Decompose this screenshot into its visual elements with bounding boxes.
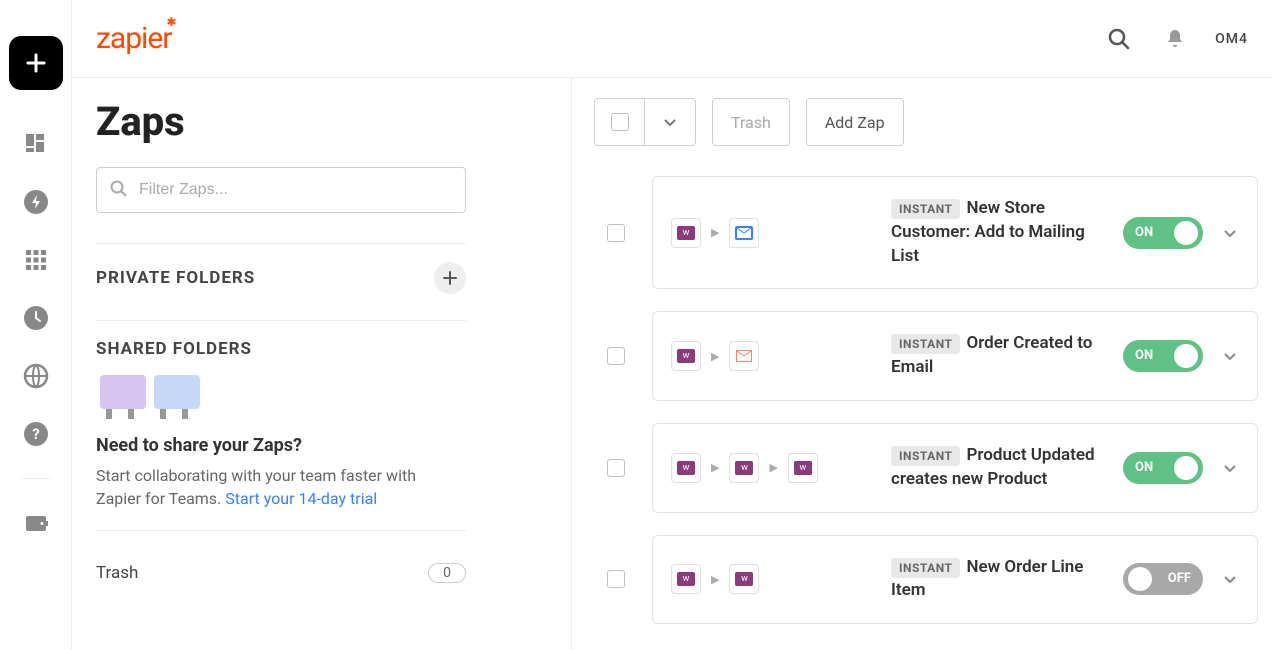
instant-badge: INSTANT <box>891 199 960 219</box>
zaps-icon[interactable] <box>22 188 50 216</box>
trash-label: Trash <box>96 563 138 583</box>
page-title: Zaps <box>96 98 547 145</box>
filter-zaps-input[interactable] <box>96 167 466 213</box>
app-icon <box>729 341 759 371</box>
select-dropdown[interactable] <box>645 99 695 145</box>
app-icon: w <box>671 218 701 248</box>
zap-flow: w▶ <box>671 341 881 371</box>
zap-toggle[interactable]: ON <box>1123 340 1203 372</box>
zap-flow: w ▶ w <box>671 564 881 594</box>
add-folder-button[interactable] <box>434 262 466 294</box>
rail-divider <box>21 478 51 479</box>
expand-zap-button[interactable] <box>1221 347 1239 365</box>
zap-checkbox[interactable] <box>607 347 625 365</box>
app-icon: w <box>729 564 759 594</box>
share-prompt-text: Start collaborating with your team faste… <box>96 464 456 510</box>
list-toolbar: Trash Add Zap <box>594 98 1258 146</box>
app-icon: w <box>788 453 818 483</box>
zap-checkbox[interactable] <box>607 459 625 477</box>
left-nav-rail: ? <box>0 0 72 650</box>
zap-row[interactable]: w▶INSTANTOrder Created to EmailON <box>652 311 1258 401</box>
top-bar: zapier✱ OM4 <box>72 0 1272 78</box>
zap-list-area: Trash Add Zap w▶INSTANTNew Store Custome… <box>572 78 1272 650</box>
zap-flow: w ▶ w ▶ w <box>671 453 881 483</box>
shared-folders-illustration <box>100 375 250 423</box>
app-icon: w <box>671 341 701 371</box>
arrow-icon: ▶ <box>711 226 719 239</box>
logo[interactable]: zapier✱ <box>96 21 171 56</box>
search-icon[interactable] <box>1105 25 1133 53</box>
zap-checkbox[interactable] <box>607 570 625 588</box>
arrow-icon: ▶ <box>711 461 719 474</box>
instant-badge: INSTANT <box>891 446 960 466</box>
arrow-icon: ▶ <box>769 461 777 474</box>
plus-icon <box>24 51 48 75</box>
plus-icon <box>443 271 457 285</box>
zap-row[interactable]: w▶wINSTANTNew Order Line ItemOFF <box>652 535 1258 625</box>
chevron-down-icon <box>662 114 678 130</box>
trash-folder-row[interactable]: Trash 0 <box>96 549 466 583</box>
create-button[interactable] <box>9 36 63 90</box>
trash-count-badge: 0 <box>428 563 466 583</box>
history-icon[interactable] <box>22 304 50 332</box>
arrow-icon: ▶ <box>711 573 719 586</box>
expand-zap-button[interactable] <box>1221 459 1239 477</box>
instant-badge: INSTANT <box>891 558 960 578</box>
share-prompt-heading: Need to share your Zaps? <box>96 435 547 456</box>
chevron-down-icon <box>1221 570 1239 588</box>
expand-zap-button[interactable] <box>1221 224 1239 242</box>
user-avatar[interactable]: OM4 <box>1215 31 1248 47</box>
wallet-icon[interactable] <box>22 509 50 537</box>
chevron-down-icon <box>1221 459 1239 477</box>
trash-button[interactable]: Trash <box>712 98 790 146</box>
zap-toggle[interactable]: OFF <box>1123 563 1203 595</box>
add-zap-button[interactable]: Add Zap <box>806 98 904 146</box>
zap-row[interactable]: w▶INSTANTNew Store Customer: Add to Mail… <box>652 176 1258 289</box>
svg-text:?: ? <box>32 425 39 443</box>
start-trial-link[interactable]: Start your 14-day trial <box>225 489 377 508</box>
apps-grid-icon[interactable] <box>22 246 50 274</box>
zap-flow: w▶ <box>671 218 881 248</box>
shared-folders-heading: SHARED FOLDERS <box>96 339 252 359</box>
zap-toggle[interactable]: ON <box>1123 452 1203 484</box>
expand-zap-button[interactable] <box>1221 570 1239 588</box>
app-icon: w <box>671 564 701 594</box>
chevron-down-icon <box>1221 224 1239 242</box>
instant-badge: INSTANT <box>891 334 960 354</box>
select-all-checkbox[interactable] <box>595 99 645 145</box>
app-icon: w <box>729 453 759 483</box>
dashboard-icon[interactable] <box>22 130 50 158</box>
zap-toggle[interactable]: ON <box>1123 217 1203 249</box>
sidebar: Zaps PRIVATE FOLDERS SHARED FOLDER <box>72 78 572 650</box>
private-folders-heading: PRIVATE FOLDERS <box>96 268 255 288</box>
chevron-down-icon <box>1221 347 1239 365</box>
zap-checkbox[interactable] <box>607 224 625 242</box>
help-icon[interactable]: ? <box>22 420 50 448</box>
app-icon: w <box>671 453 701 483</box>
search-icon <box>110 180 128 198</box>
bell-icon[interactable] <box>1161 25 1189 53</box>
app-icon <box>729 218 759 248</box>
explore-icon[interactable] <box>22 362 50 390</box>
zap-row[interactable]: w▶w▶wINSTANTProduct Updated creates new … <box>652 423 1258 513</box>
arrow-icon: ▶ <box>711 350 719 363</box>
